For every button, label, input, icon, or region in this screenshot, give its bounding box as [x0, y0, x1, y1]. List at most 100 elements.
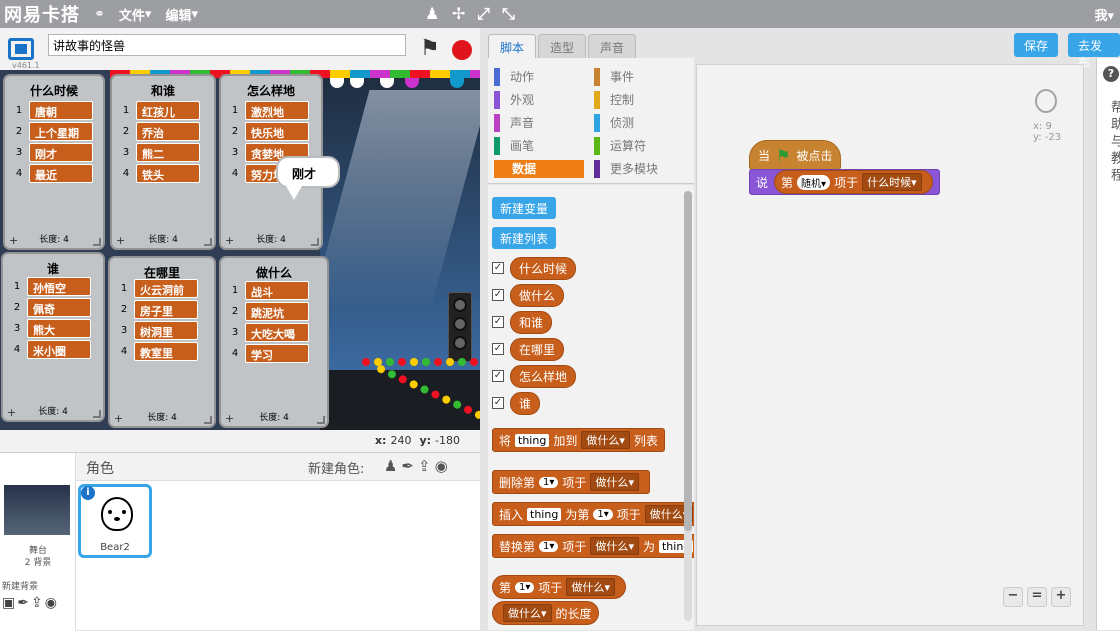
- list-monitor-what[interactable]: 做什么 1 战斗 2 跳泥坑 3 大吃大喝 4 学习 + 长度: 4: [219, 256, 329, 428]
- resize-handle[interactable]: [204, 238, 212, 246]
- insert-item-block[interactable]: 插入thing为第1▾项于做什么▾: [492, 502, 694, 526]
- tab-costumes[interactable]: 造型: [538, 34, 586, 58]
- list-reporter[interactable]: 和谁: [510, 310, 553, 334]
- delete-scissors-icon[interactable]: ✢: [452, 4, 465, 23]
- delete-item-block[interactable]: 删除第 1▾ 项于 做什么▾: [492, 470, 650, 494]
- list-item[interactable]: 房子里: [134, 300, 198, 319]
- list-reporter[interactable]: 做什么: [510, 283, 565, 307]
- project-title-input[interactable]: [48, 34, 406, 56]
- category-control[interactable]: 控制: [594, 91, 634, 109]
- list-monitor-when[interactable]: 什么时候 1 唐朝 2 上个星期 3 刚才 4 最近 + 长度: 4: [3, 74, 105, 250]
- resize-handle[interactable]: [204, 416, 212, 424]
- list-item[interactable]: 教室里: [134, 342, 198, 361]
- resize-handle[interactable]: [93, 410, 101, 418]
- show-checkbox[interactable]: ✓: [492, 316, 504, 328]
- list-item[interactable]: 上个星期: [29, 122, 93, 141]
- list-item[interactable]: 快乐地: [245, 122, 309, 141]
- list-item[interactable]: 大吃大喝: [245, 323, 309, 342]
- list-item[interactable]: 铁头: [136, 164, 200, 183]
- category-events[interactable]: 事件: [594, 68, 634, 86]
- show-checkbox[interactable]: ✓: [492, 397, 504, 409]
- show-checkbox[interactable]: ✓: [492, 289, 504, 301]
- item-of-list-reporter[interactable]: 第随机▾ 项于 什么时候▾: [774, 170, 933, 194]
- script-area[interactable]: x: 9 y: -23 当 ⚑ 被点击 说 第随机▾ 项于 什么时候▾ − = +: [696, 64, 1084, 626]
- show-checkbox[interactable]: ✓: [492, 343, 504, 355]
- list-reporter[interactable]: 怎么样地: [510, 364, 577, 388]
- language-globe-icon[interactable]: ⚭: [94, 7, 105, 22]
- resize-handle[interactable]: [311, 238, 319, 246]
- list-item[interactable]: 唐朝: [29, 101, 93, 120]
- list-item[interactable]: 最近: [29, 164, 93, 183]
- list-monitor-with-whom[interactable]: 和谁 1 红孩儿 2 乔治 3 熊二 4 铁头 + 长度: 4: [110, 74, 216, 250]
- list-item[interactable]: 树洞里: [134, 321, 198, 340]
- add-to-list-block[interactable]: 将 thing 加到 做什么▾ 列表: [492, 428, 665, 452]
- show-checkbox[interactable]: ✓: [492, 262, 504, 274]
- shrink-icon[interactable]: ⤡: [502, 4, 515, 24]
- list-item[interactable]: 跳泥坑: [245, 302, 309, 321]
- stop-icon[interactable]: [452, 40, 472, 60]
- camera-icon[interactable]: ◉: [45, 595, 59, 611]
- zoom-out-icon[interactable]: −: [1003, 587, 1023, 607]
- list-reporter[interactable]: 谁: [510, 391, 541, 415]
- category-sound[interactable]: 声音: [494, 114, 534, 132]
- category-pen[interactable]: 画笔: [494, 137, 534, 155]
- sprite-library-icon[interactable]: ♟: [384, 457, 401, 475]
- list-item[interactable]: 孙悟空: [27, 277, 91, 296]
- category-more-blocks[interactable]: 更多模块: [594, 160, 658, 178]
- list-item[interactable]: 红孩儿: [136, 101, 200, 120]
- category-looks[interactable]: 外观: [494, 91, 534, 109]
- site-logo[interactable]: 网易卡搭: [4, 1, 80, 27]
- list-item[interactable]: 战斗: [245, 281, 309, 300]
- upload-icon[interactable]: ⇪: [31, 595, 45, 611]
- palette-scrollbar[interactable]: [684, 191, 692, 621]
- list-item[interactable]: 激烈地: [245, 101, 309, 120]
- resize-handle[interactable]: [93, 238, 101, 246]
- help-panel[interactable]: ? 帮助与教程: [1096, 58, 1120, 630]
- list-item[interactable]: 火云洞前: [134, 279, 198, 298]
- list-item[interactable]: 学习: [245, 344, 309, 363]
- zoom-reset-icon[interactable]: =: [1027, 587, 1047, 607]
- list-item[interactable]: 佩奇: [27, 298, 91, 317]
- menu-file[interactable]: 文件 ▾: [119, 5, 152, 24]
- new-list-button[interactable]: 新建列表: [492, 227, 557, 249]
- tab-sounds[interactable]: 声音: [588, 34, 636, 58]
- list-monitor-where[interactable]: 在哪里 1 火云洞前 2 房子里 3 树洞里 4 教室里 + 长度: 4: [108, 256, 216, 428]
- list-item[interactable]: 熊大: [27, 319, 91, 338]
- upload-icon[interactable]: ⇪: [418, 457, 435, 475]
- show-checkbox[interactable]: ✓: [492, 370, 504, 382]
- sprite-tile-bear2[interactable]: i Bear2: [78, 484, 152, 558]
- backdrop-library-icon[interactable]: ▣: [2, 595, 17, 611]
- fullscreen-icon[interactable]: [8, 38, 34, 60]
- category-operators[interactable]: 运算符: [594, 137, 646, 155]
- duplicate-stamp-icon[interactable]: ♟: [425, 4, 439, 23]
- save-button[interactable]: 保存: [1014, 33, 1059, 57]
- list-item[interactable]: 熊二: [136, 143, 200, 162]
- length-of-list-reporter[interactable]: 做什么▾ 的长度: [492, 601, 599, 625]
- menu-edit[interactable]: 编辑 ▾: [165, 5, 198, 24]
- when-flag-clicked-block[interactable]: 当 ⚑ 被点击: [749, 140, 842, 170]
- help-icon[interactable]: ?: [1103, 66, 1119, 82]
- info-icon[interactable]: i: [81, 486, 95, 500]
- list-item[interactable]: 刚才: [29, 143, 93, 162]
- resize-handle[interactable]: [317, 416, 325, 424]
- publish-button[interactable]: 去发布: [1068, 33, 1120, 70]
- category-data[interactable]: 数据: [494, 160, 584, 178]
- list-reporter[interactable]: 什么时候: [510, 256, 577, 280]
- list-item[interactable]: 米小圈: [27, 340, 91, 359]
- say-block[interactable]: 说 第随机▾ 项于 什么时候▾: [749, 169, 940, 195]
- green-flag-icon[interactable]: ⚑: [420, 36, 440, 61]
- stage-thumbnail[interactable]: [4, 485, 70, 535]
- zoom-in-icon[interactable]: +: [1051, 587, 1071, 607]
- category-sensing[interactable]: 侦测: [594, 114, 634, 132]
- list-monitor-who[interactable]: 谁 1 孙悟空 2 佩奇 3 熊大 4 米小圈 + 长度: 4: [1, 252, 105, 422]
- paint-brush-icon[interactable]: ✒: [17, 595, 31, 611]
- category-motion[interactable]: 动作: [494, 68, 534, 86]
- user-menu[interactable]: 我▾: [1094, 5, 1114, 24]
- camera-icon[interactable]: ◉: [435, 457, 452, 475]
- stage-canvas[interactable]: 什么时候 1 唐朝 2 上个星期 3 刚才 4 最近 + 长度: 4 和谁 1 红孩儿 2…: [0, 70, 480, 430]
- paint-brush-icon[interactable]: ✒: [401, 457, 418, 475]
- new-variable-button[interactable]: 新建变量: [492, 197, 557, 219]
- item-of-list-reporter[interactable]: 第 1▾ 项于 做什么▾: [492, 575, 626, 599]
- list-reporter[interactable]: 在哪里: [510, 337, 565, 361]
- replace-item-block[interactable]: 替换第 1▾ 项于 做什么▾ 为 thing: [492, 534, 694, 558]
